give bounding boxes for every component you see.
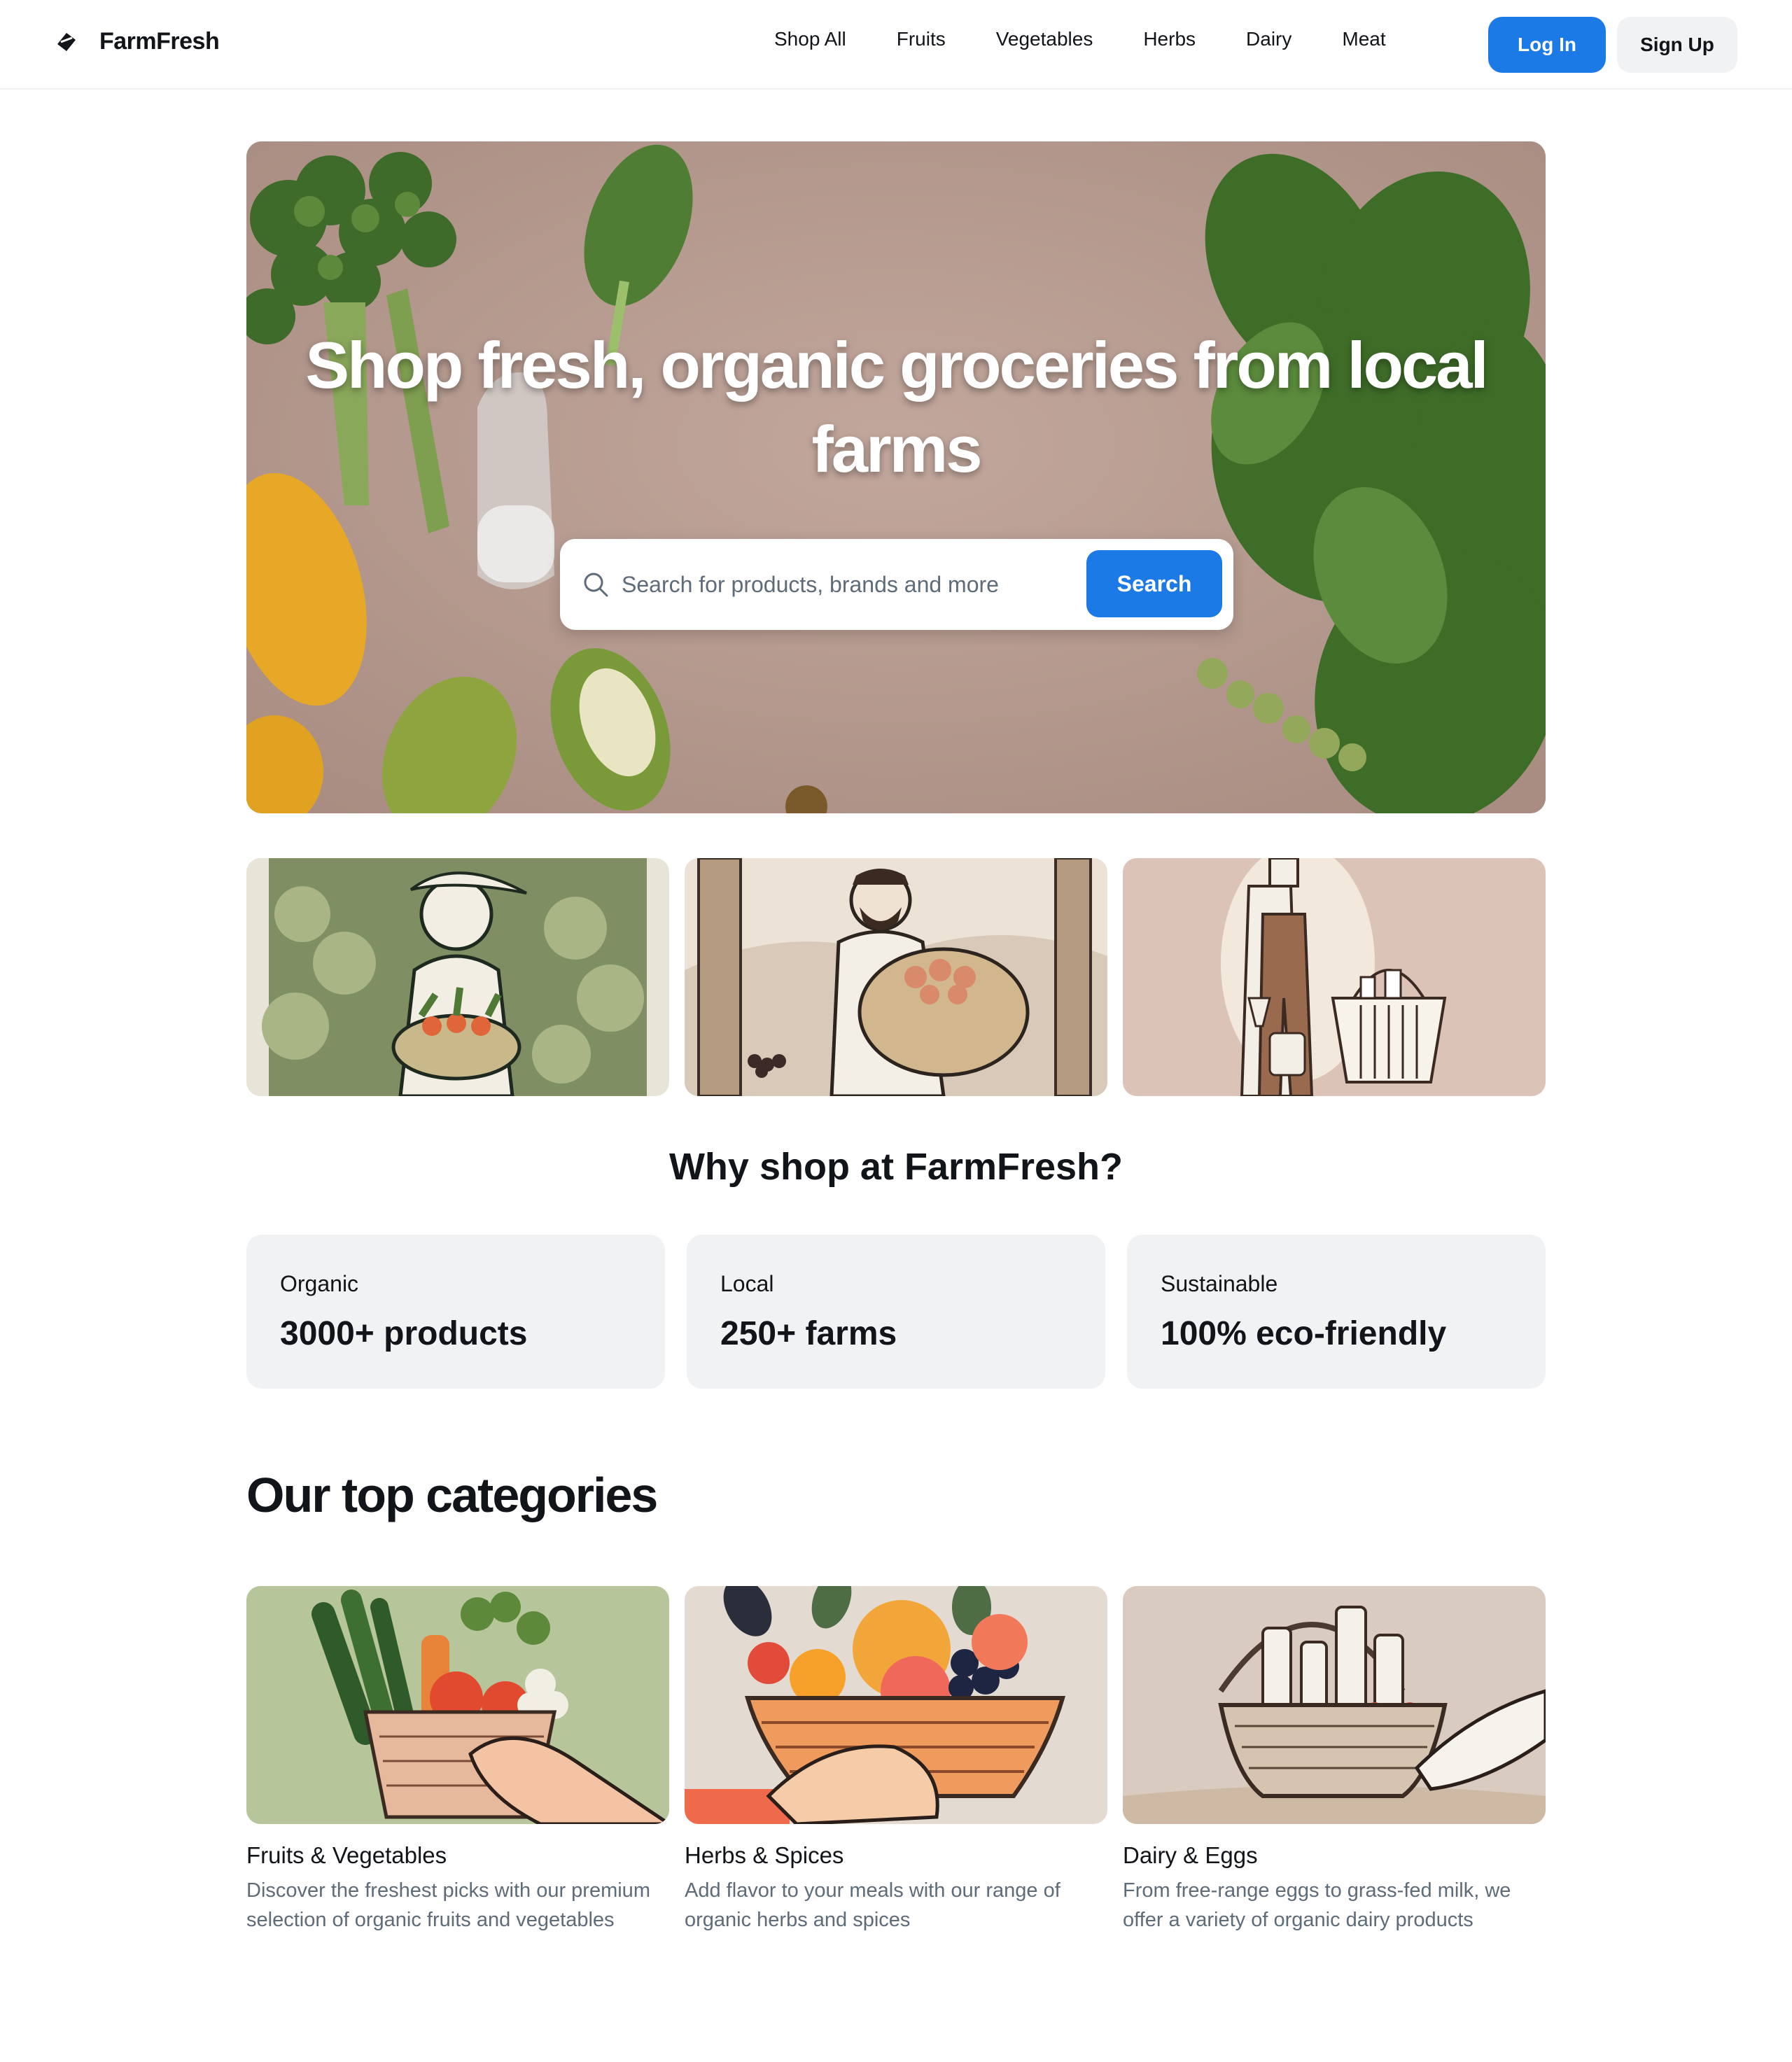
search-icon xyxy=(582,571,609,598)
category-description: Add flavor to your meals with our range … xyxy=(685,1879,1060,1931)
search-button[interactable]: Search xyxy=(1086,550,1222,617)
nav-dairy[interactable]: Dairy xyxy=(1246,28,1292,50)
stat-card-sustainable: Sustainable 100% eco-friendly xyxy=(1127,1235,1546,1389)
farmer-gallery xyxy=(246,858,1546,1096)
gallery-image-farmer-dairy xyxy=(1123,858,1546,1096)
brand[interactable]: FarmFresh xyxy=(55,28,220,55)
nav-vegetables[interactable]: Vegetables xyxy=(996,28,1093,50)
signup-button[interactable]: Sign Up xyxy=(1617,17,1737,73)
category-card-herbs-spices[interactable]: Herbs & Spices Add flavor to your meals … xyxy=(685,1586,1107,1935)
category-image-dairy-eggs[interactable] xyxy=(1123,1586,1546,1824)
category-description: Discover the freshest picks with our pre… xyxy=(246,1879,650,1931)
categories-title: Our top categories xyxy=(246,1468,658,1522)
category-name[interactable]: Dairy & Eggs xyxy=(1123,1842,1546,1869)
stat-card-organic: Organic 3000+ products xyxy=(246,1235,665,1389)
search-bar: Search xyxy=(560,539,1233,630)
category-name[interactable]: Herbs & Spices xyxy=(685,1842,1107,1869)
site-header: FarmFresh Shop All Fruits Vegetables Her… xyxy=(0,0,1792,90)
category-image-herbs-spices[interactable] xyxy=(685,1586,1107,1824)
hero-title: Shop fresh, organic groceries from local… xyxy=(305,328,1488,486)
category-description: From free-range eggs to grass-fed milk, … xyxy=(1123,1879,1511,1931)
stat-value: 3000+ products xyxy=(280,1315,528,1352)
stat-card-local: Local 250+ farms xyxy=(687,1235,1105,1389)
nav-fruits[interactable]: Fruits xyxy=(897,28,946,50)
stat-label: Sustainable xyxy=(1161,1271,1278,1296)
main-nav: Shop All Fruits Vegetables Herbs Dairy M… xyxy=(774,28,1386,50)
category-card-fruits-vegetables[interactable]: Fruits & Vegetables Discover the freshes… xyxy=(246,1586,669,1935)
gallery-image-farmer-basket xyxy=(685,858,1107,1096)
gallery-image-farmer-vegetables xyxy=(246,858,669,1096)
brand-name: FarmFresh xyxy=(99,28,220,55)
nav-herbs[interactable]: Herbs xyxy=(1143,28,1196,50)
nav-meat[interactable]: Meat xyxy=(1342,28,1385,50)
stat-value: 100% eco-friendly xyxy=(1161,1315,1447,1352)
nav-shop-all[interactable]: Shop All xyxy=(774,28,846,50)
hero-banner: Shop fresh, organic groceries from local… xyxy=(246,141,1546,813)
stat-label: Local xyxy=(720,1271,774,1296)
category-card-dairy-eggs[interactable]: Dairy & Eggs From free-range eggs to gra… xyxy=(1123,1586,1546,1935)
category-name[interactable]: Fruits & Vegetables xyxy=(246,1842,669,1869)
search-input[interactable] xyxy=(622,560,1070,609)
stat-value: 250+ farms xyxy=(720,1315,897,1352)
category-image-fruits-vegetables[interactable] xyxy=(246,1586,669,1824)
logo-icon xyxy=(55,30,78,54)
login-button[interactable]: Log In xyxy=(1488,17,1606,73)
why-section-title: Why shop at FarmFresh? xyxy=(668,1146,1124,1188)
stat-label: Organic xyxy=(280,1271,359,1296)
